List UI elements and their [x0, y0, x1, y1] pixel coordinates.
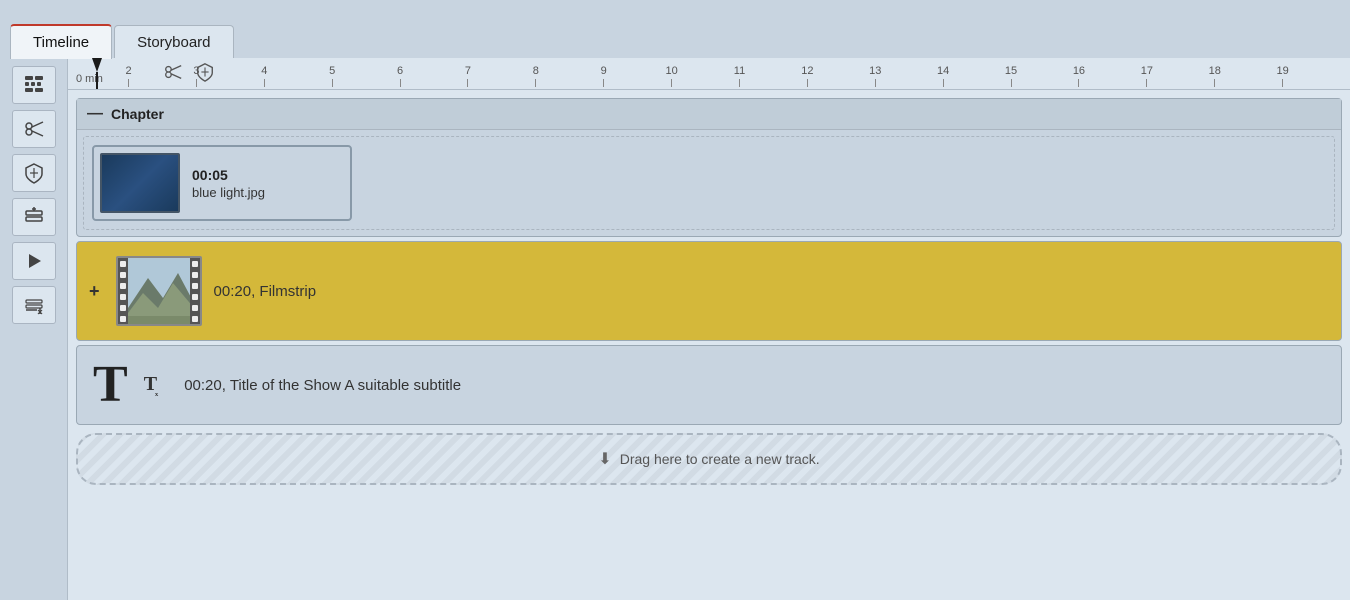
filmstrip-hole — [120, 261, 126, 267]
filmstrip-hole — [192, 294, 198, 300]
ruler-mark: 19 — [1282, 79, 1283, 87]
shield-icon — [23, 162, 45, 184]
ruler-mark: 12 — [807, 79, 808, 87]
scissors-tool-button[interactable] — [12, 110, 56, 148]
filmstrip-hole — [120, 283, 126, 289]
filmstrip-hole — [192, 283, 198, 289]
filmstrip-scene — [128, 258, 194, 326]
chapter-clip[interactable]: 00:05 blue light.jpg — [92, 145, 352, 221]
ruler-mark: 17 — [1146, 79, 1147, 87]
shield-ruler-icon — [195, 62, 215, 82]
add-track-button[interactable] — [12, 198, 56, 236]
play-button[interactable] — [12, 242, 56, 280]
filmstrip-holes-right — [190, 258, 200, 324]
title-track-info: 00:20, Title of the Show A suitable subt… — [184, 377, 461, 394]
title-main-icon: T — [93, 359, 128, 411]
ruler-mark: 9 — [603, 79, 604, 87]
filmstrip-hole — [120, 316, 126, 322]
clip-name: blue light.jpg — [192, 185, 265, 200]
chapter-label: Chapter — [111, 106, 164, 122]
tracks-container[interactable]: — Chapter 00:05 blue light.jpg + — [68, 90, 1350, 600]
playhead[interactable] — [92, 58, 102, 90]
ruler-mark: 5 — [332, 79, 333, 87]
ruler-mark: 14 — [943, 79, 944, 87]
razor-icon — [163, 62, 183, 82]
filmstrip-hole — [192, 272, 198, 278]
timeline-area: 0 min 2345678910111213141516171819 — Cha… — [68, 58, 1350, 600]
scissors-icon — [23, 118, 45, 140]
left-toolbar — [0, 58, 68, 600]
ruler-mark: 11 — [739, 79, 740, 87]
ruler-mark: 13 — [875, 79, 876, 87]
tab-timeline[interactable]: Timeline — [10, 24, 112, 59]
ruler-mark: 2 — [128, 79, 129, 87]
chapter-content: 00:05 blue light.jpg — [83, 136, 1335, 230]
filmstrip-hole — [192, 305, 198, 311]
clip-time: 00:05 — [192, 167, 265, 183]
mosaic-icon — [23, 74, 45, 96]
play-icon — [23, 250, 45, 272]
ruler-mark: 18 — [1214, 79, 1215, 87]
clip-info: 00:05 blue light.jpg — [192, 167, 265, 200]
ruler-mark: 4 — [264, 79, 265, 87]
tab-bar: Timeline Storyboard — [0, 0, 1350, 58]
ruler-ticks: 2345678910111213141516171819 — [68, 58, 1350, 89]
ruler-mark: 8 — [535, 79, 536, 87]
chapter-header: — Chapter — [77, 99, 1341, 130]
filmstrip-hole — [192, 261, 198, 267]
filmstrip-image — [128, 258, 190, 324]
filmstrip-hole — [120, 305, 126, 311]
delete-icon — [23, 294, 45, 316]
main-area: 0 min 2345678910111213141516171819 — Cha… — [0, 58, 1350, 600]
filmstrip-holes-left — [118, 258, 128, 324]
ruler-mark: 10 — [671, 79, 672, 87]
title-track: T Tₓ 00:20, Title of the Show A suitable… — [76, 345, 1342, 425]
ruler-mark: 16 — [1078, 79, 1079, 87]
delete-track-button[interactable] — [12, 286, 56, 324]
chapter-collapse-button[interactable]: — — [87, 105, 103, 123]
title-fx-icon: Tₓ — [144, 373, 161, 398]
video-track: + — [76, 241, 1342, 341]
add-layers-icon — [23, 206, 45, 228]
playhead-head — [92, 58, 102, 72]
tab-storyboard[interactable]: Storyboard — [114, 25, 233, 59]
filmstrip-hole — [120, 294, 126, 300]
ruler-mark: 15 — [1011, 79, 1012, 87]
drag-drop-zone[interactable]: ⬇ Drag here to create a new track. — [76, 433, 1342, 485]
playhead-line — [96, 72, 98, 90]
chapter-track: — Chapter 00:05 blue light.jpg — [76, 98, 1342, 237]
title-sub-icon-area: Tₓ — [144, 373, 161, 398]
ruler: 0 min 2345678910111213141516171819 — [68, 58, 1350, 90]
ruler-mark: 7 — [467, 79, 468, 87]
ruler-icons — [163, 62, 215, 82]
shield-tool-button[interactable] — [12, 154, 56, 192]
video-clip-info: 00:20, Filmstrip — [214, 283, 317, 300]
ruler-mark: 6 — [400, 79, 401, 87]
filmstrip-thumbnail — [116, 256, 202, 326]
mosaic-tool-button[interactable] — [12, 66, 56, 104]
filmstrip-hole — [192, 316, 198, 322]
drag-arrow-icon: ⬇ — [598, 449, 611, 469]
drag-zone-label: Drag here to create a new track. — [620, 451, 820, 467]
filmstrip-hole — [120, 272, 126, 278]
clip-thumbnail — [100, 153, 180, 213]
video-track-add-button[interactable]: + — [89, 281, 100, 302]
